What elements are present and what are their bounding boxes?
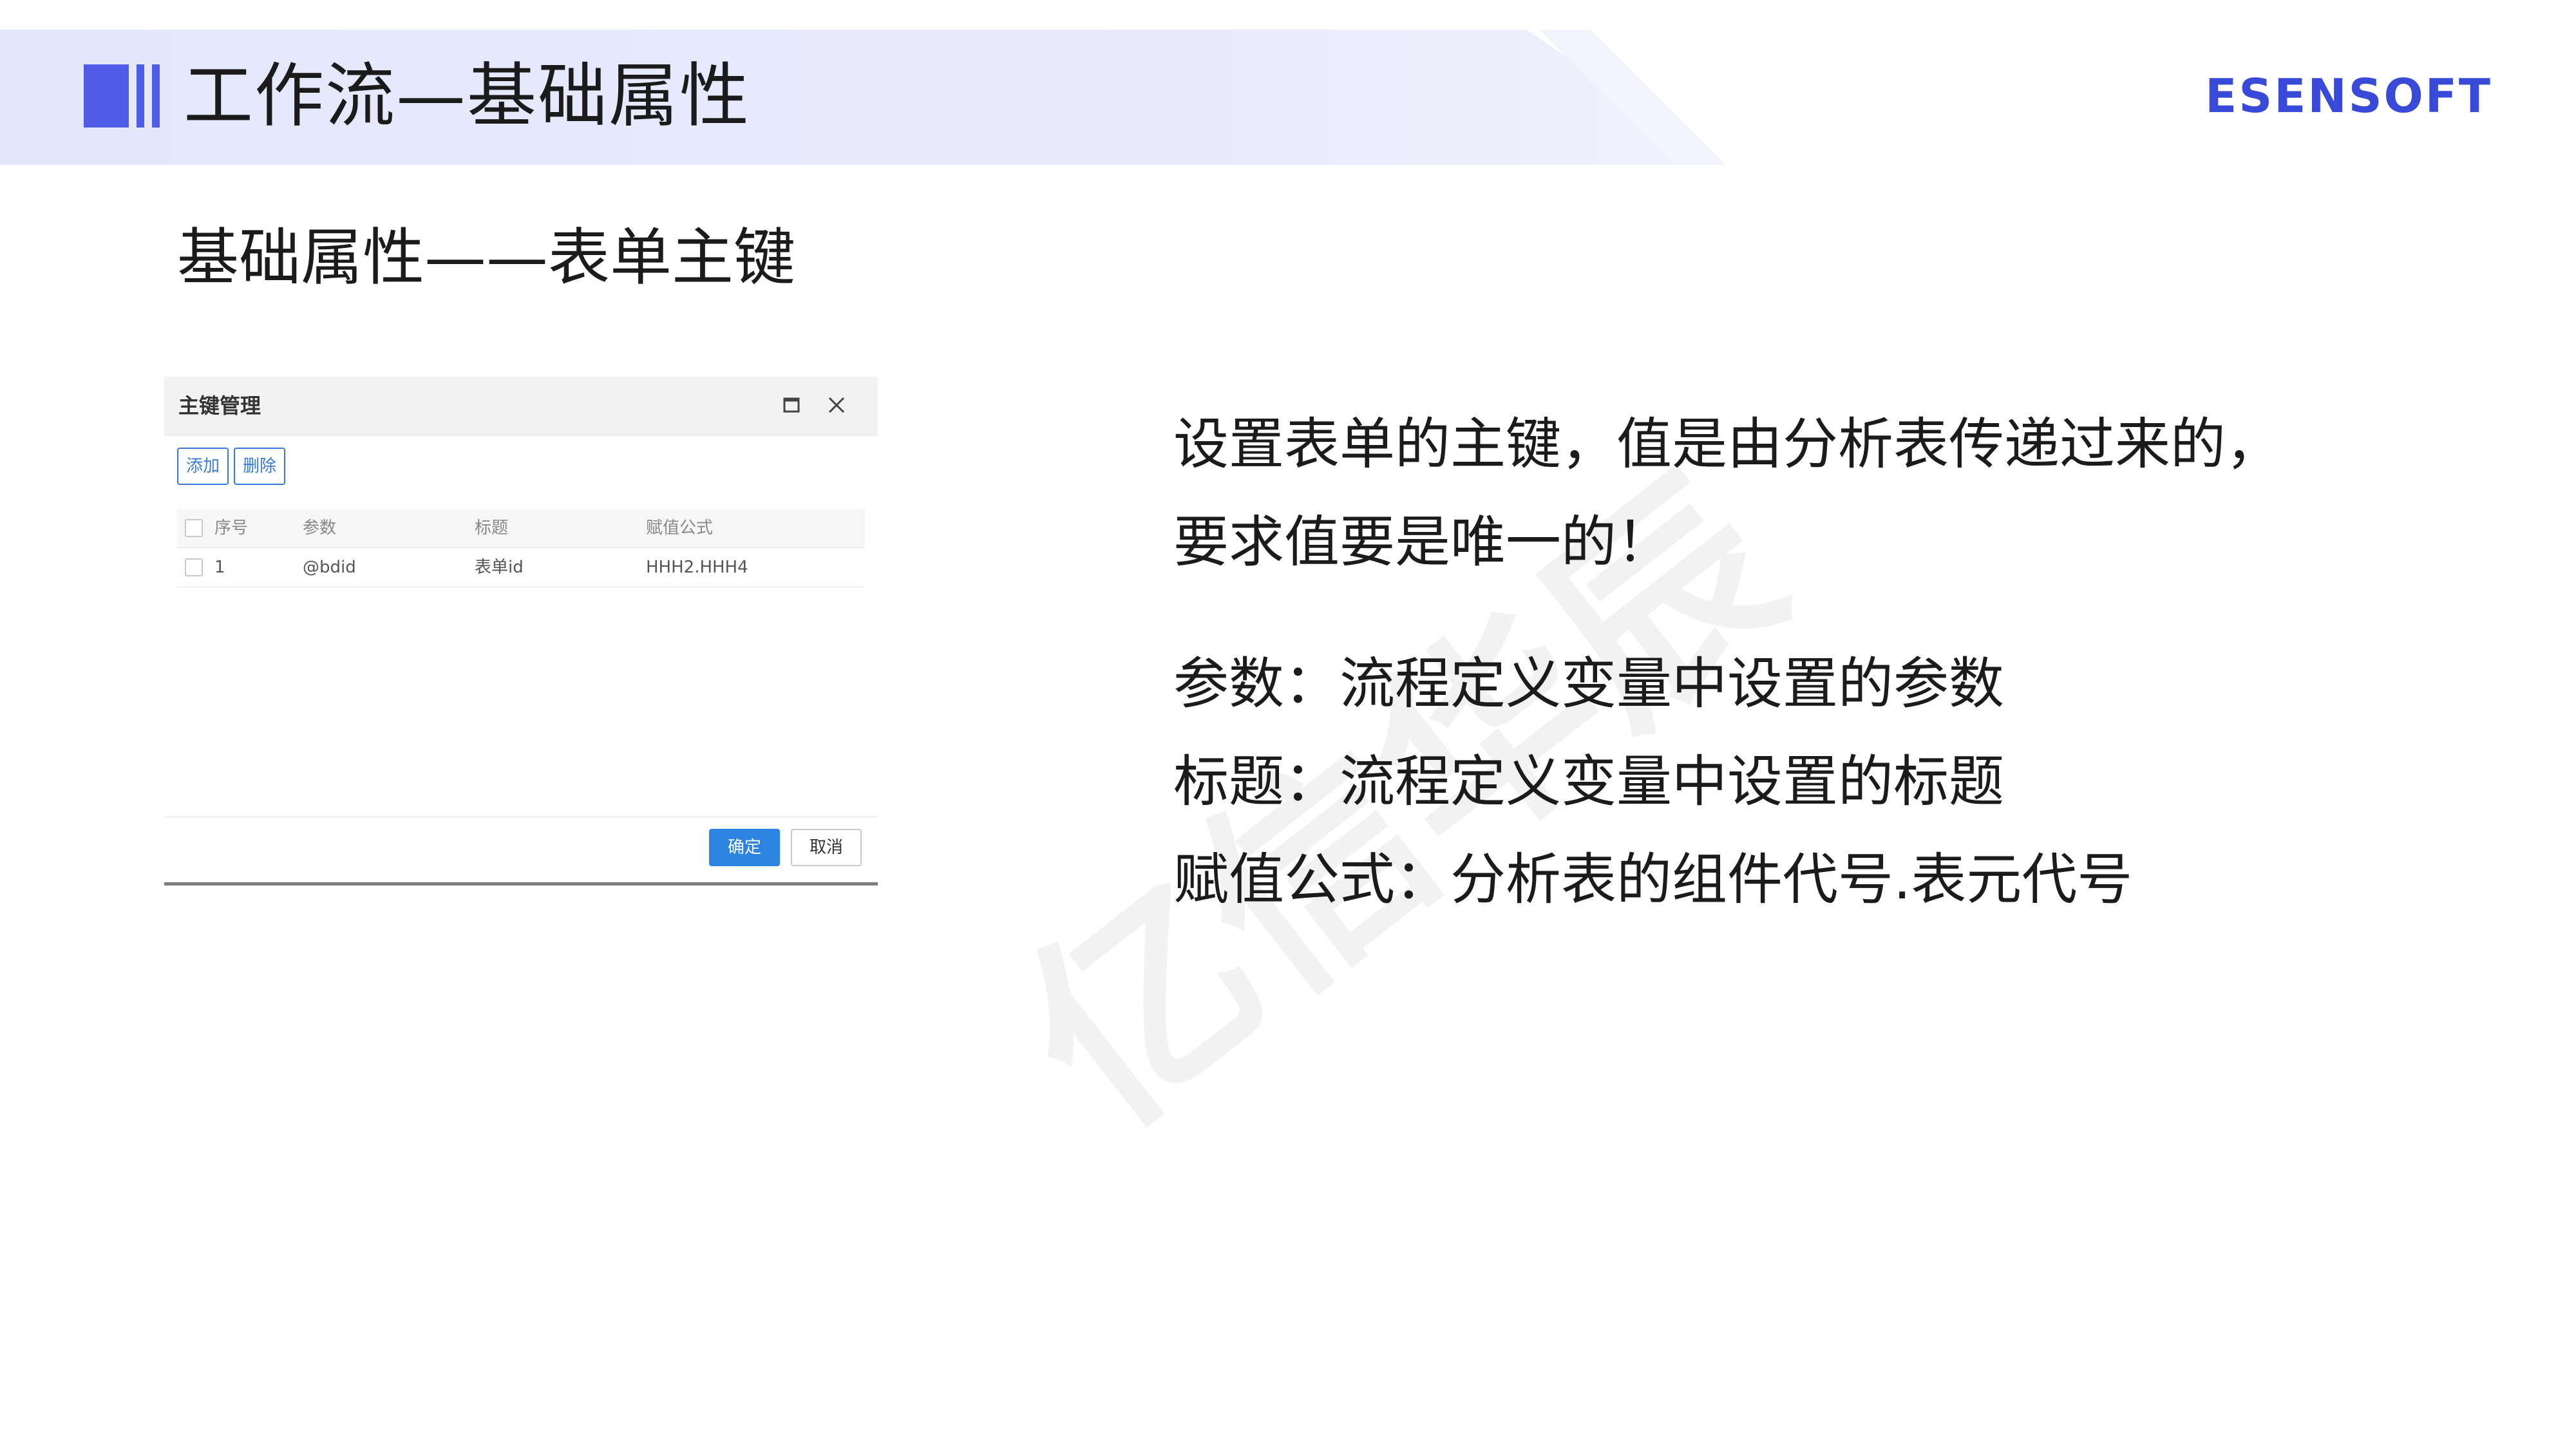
description-line-1: 设置表单的主键，值是由分析表传递过来的， (1173, 412, 2281, 477)
description-formula: 赋值公式：分析表的组件代号.表元代号 (1173, 848, 2133, 912)
primary-key-dialog: 主键管理 添加 删除 序号 参数 标题 赋值公式 1 @bdid 表单id HH… (164, 377, 878, 886)
cell-index: 1 (214, 558, 225, 577)
accent-block (84, 64, 129, 128)
cell-formula: HHH2.HHH4 (646, 558, 748, 577)
table-row[interactable]: 1 @bdid 表单id HHH2.HHH4 (177, 548, 865, 587)
slide: 工作流—基础属性 ESENSOFT 基础属性——表单主键 亿信华辰 主键管理 添… (0, 0, 2576, 1449)
dialog-titlebar: 主键管理 (164, 377, 878, 435)
select-all-checkbox[interactable] (185, 519, 203, 537)
confirm-button[interactable]: 确定 (709, 829, 780, 866)
description-line-2: 要求值要是唯一的！ (1173, 510, 1672, 574)
description-param: 参数：流程定义变量中设置的参数 (1173, 652, 2004, 716)
dialog-toolbar: 添加 删除 (177, 448, 286, 485)
dialog-title: 主键管理 (178, 393, 261, 418)
column-header-param: 参数 (303, 518, 337, 538)
maximize-button[interactable] (776, 390, 807, 421)
description-title: 标题：流程定义变量中设置的标题 (1173, 750, 2004, 814)
column-header-formula: 赋值公式 (646, 518, 714, 538)
cell-param: @bdid (303, 558, 356, 577)
cell-title: 表单id (475, 558, 524, 577)
add-button[interactable]: 添加 (177, 448, 229, 485)
page-title: 工作流—基础属性 (184, 56, 751, 137)
cancel-button[interactable]: 取消 (791, 829, 862, 866)
accent-bar (152, 64, 160, 128)
maximize-icon (783, 397, 800, 413)
brand-logo: ESENSOFT (2205, 69, 2492, 123)
table-header: 序号 参数 标题 赋值公式 (177, 509, 865, 548)
close-button[interactable] (821, 390, 852, 421)
delete-button[interactable]: 删除 (234, 448, 286, 485)
column-header-index: 序号 (214, 518, 249, 538)
primary-key-table: 序号 参数 标题 赋值公式 1 @bdid 表单id HHH2.HHH4 (177, 509, 865, 587)
column-header-title: 标题 (475, 518, 509, 538)
title-accent-mark (84, 64, 160, 128)
section-heading: 基础属性——表单主键 (177, 222, 795, 294)
accent-bar (137, 64, 144, 128)
row-checkbox[interactable] (185, 558, 203, 576)
close-icon (828, 397, 845, 413)
